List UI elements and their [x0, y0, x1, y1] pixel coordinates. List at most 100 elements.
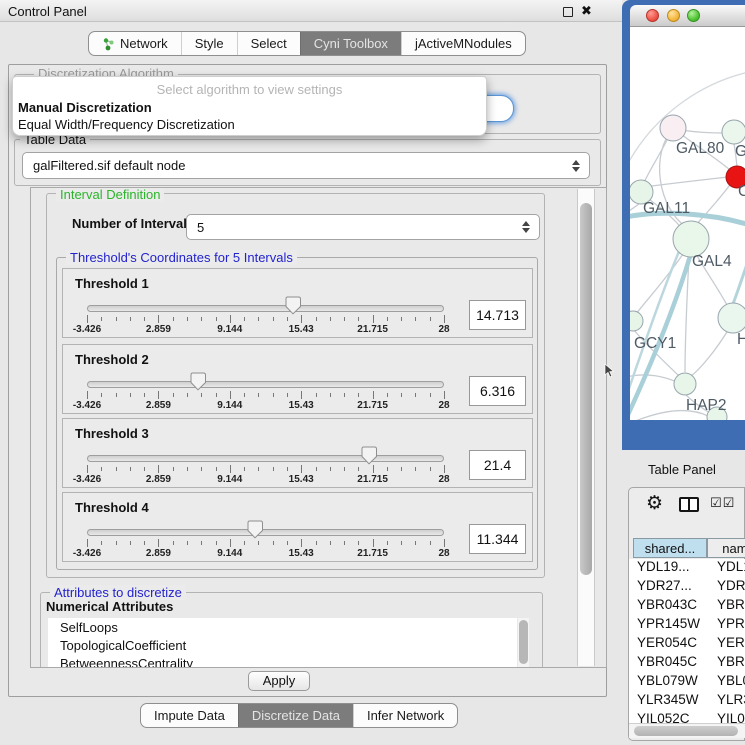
threshold-value-field[interactable]: 14.713	[469, 300, 526, 330]
network-node[interactable]	[660, 115, 686, 141]
interval-definition-group-title: Interval Definition	[56, 188, 164, 202]
dropdown-option-manual-discretization[interactable]: Manual Discretization	[18, 100, 152, 115]
table-data-combobox[interactable]: galFiltered.sif default node	[22, 152, 590, 179]
slider-tick	[444, 315, 445, 323]
table-row[interactable]: YBR045CYBR045C	[629, 654, 745, 673]
table-row[interactable]: YIL052CYIL052C	[629, 711, 745, 723]
tab-impute-data[interactable]: Impute Data	[141, 704, 238, 727]
slider-tick-label: -3.426	[62, 324, 112, 335]
network-edge[interactable]	[636, 251, 685, 314]
network-canvas[interactable]: GAL80GACGAL11GAL4GCY1HHAP2	[630, 27, 745, 420]
slider-handle[interactable]	[190, 372, 206, 391]
minimize-light-icon[interactable]	[667, 9, 680, 22]
slider-tick-label: -3.426	[62, 474, 112, 485]
cyni-mode-tabs: Impute DataDiscretize DataInfer Network	[140, 703, 458, 728]
table-row[interactable]: YBR043CYBR043C	[629, 597, 745, 616]
node-label-gal11: GAL11	[643, 200, 690, 217]
slider-tick	[216, 317, 217, 321]
close-light-icon[interactable]	[646, 9, 659, 22]
float-window-icon[interactable]	[563, 7, 573, 17]
slider-tick	[316, 393, 317, 397]
slider-tick	[187, 393, 188, 397]
slider-tick	[373, 465, 374, 473]
table-row[interactable]: YLR345WYLR345W	[629, 692, 745, 711]
close-icon[interactable]: ✖	[581, 3, 592, 19]
slider-handle[interactable]	[361, 446, 377, 465]
slider-tick	[358, 393, 359, 397]
tab-jactivemnodules[interactable]: jActiveMNodules	[401, 32, 525, 55]
slider-tick	[116, 541, 117, 545]
columns-icon[interactable]	[679, 497, 699, 512]
slider-tick	[158, 465, 159, 473]
threshold-value-field[interactable]: 11.344	[469, 524, 526, 554]
slider-tick	[158, 539, 159, 547]
settings-scrollbar-thumb[interactable]	[580, 203, 592, 575]
slider-tick	[444, 391, 445, 399]
slider-tick	[201, 317, 202, 321]
slider-track[interactable]	[87, 305, 444, 312]
slider-track[interactable]	[87, 455, 444, 462]
gear-icon[interactable]: ⚙	[646, 492, 663, 515]
tab-select[interactable]: Select	[237, 32, 300, 55]
network-edge[interactable]	[733, 255, 745, 304]
table-row[interactable]: YER054CYER054C	[629, 635, 745, 654]
slider-handle[interactable]	[285, 296, 301, 315]
network-window-titlebar[interactable]	[630, 5, 745, 27]
slider-tick	[244, 393, 245, 397]
slider-tick	[116, 467, 117, 471]
slider-tick-label: 21.715	[348, 474, 398, 485]
column-header-shared[interactable]: shared...	[633, 538, 707, 558]
table-row[interactable]: YPR145WYPR145W	[629, 616, 745, 635]
column-header-name[interactable]: name	[707, 538, 745, 558]
attributes-list-scrollbar[interactable]	[518, 618, 529, 667]
tab-network[interactable]: Network	[89, 32, 181, 55]
apply-button[interactable]: Apply	[248, 671, 310, 691]
tab-discretize-data[interactable]: Discretize Data	[238, 704, 353, 727]
tab-cyni-toolbox[interactable]: Cyni Toolbox	[300, 32, 401, 55]
table-row[interactable]: YBL079WYBL079W	[629, 673, 745, 692]
network-node[interactable]	[630, 311, 643, 331]
network-node[interactable]	[674, 373, 696, 395]
slider-handle[interactable]	[247, 520, 263, 539]
attributes-scrollbar-thumb[interactable]	[519, 620, 528, 664]
attribute-item[interactable]: TopologicalCoefficient	[60, 638, 186, 653]
network-node[interactable]	[718, 303, 745, 333]
zoom-light-icon[interactable]	[687, 9, 700, 22]
dropdown-option-equal-width-frequency[interactable]: Equal Width/Frequency Discretization	[18, 117, 235, 132]
threshold-value-field[interactable]: 6.316	[469, 376, 526, 406]
slider-tick	[273, 317, 274, 321]
slider-tick	[430, 467, 431, 471]
attribute-item[interactable]: SelfLoops	[60, 620, 118, 635]
slider-tick-label: 21.715	[348, 400, 398, 411]
attributes-group-title: Attributes to discretize	[50, 585, 186, 600]
checkbox-icons[interactable]: ☑☑	[710, 495, 735, 511]
slider-tick	[344, 467, 345, 471]
threshold-value-field[interactable]: 21.4	[469, 450, 526, 480]
control-panel-header	[0, 0, 622, 22]
table-row[interactable]: YDL19...YDL19...	[629, 559, 745, 578]
threshold-row-4: Threshold 4-3.4262.8599.14415.4321.71528…	[62, 492, 533, 562]
attribute-item[interactable]: BetweennessCentrality	[60, 656, 193, 667]
tab-infer-network[interactable]: Infer Network	[353, 704, 457, 727]
slider-track[interactable]	[87, 381, 444, 388]
slider-track[interactable]	[87, 529, 444, 536]
network-edge[interactable]	[690, 327, 730, 377]
cell-name: YDL19...	[717, 559, 745, 574]
slider-tick	[401, 541, 402, 545]
network-node[interactable]	[722, 120, 745, 144]
network-edge[interactable]	[644, 177, 728, 187]
slider-tick	[244, 317, 245, 321]
network-view-window[interactable]: GAL80GACGAL11GAL4GCY1HHAP2	[622, 0, 745, 450]
cell-shared-name: YPR145W	[637, 616, 700, 631]
control-panel-title: Control Panel	[8, 4, 87, 19]
table-row[interactable]: YDR27...YDR27...	[629, 578, 745, 597]
network-node[interactable]	[673, 221, 709, 257]
number-of-intervals-combobox[interactable]: 5	[186, 214, 540, 240]
network-edge[interactable]	[630, 375, 677, 382]
settings-vertical-scrollbar[interactable]	[577, 189, 595, 666]
tab-style[interactable]: Style	[181, 32, 237, 55]
table-horizontal-scrollbar[interactable]	[629, 723, 745, 738]
numerical-attributes-list[interactable]: SelfLoops TopologicalCoefficient Betweenne…	[48, 618, 517, 667]
slider-tick	[230, 315, 231, 323]
table-hscrollbar-thumb[interactable]	[634, 726, 738, 736]
